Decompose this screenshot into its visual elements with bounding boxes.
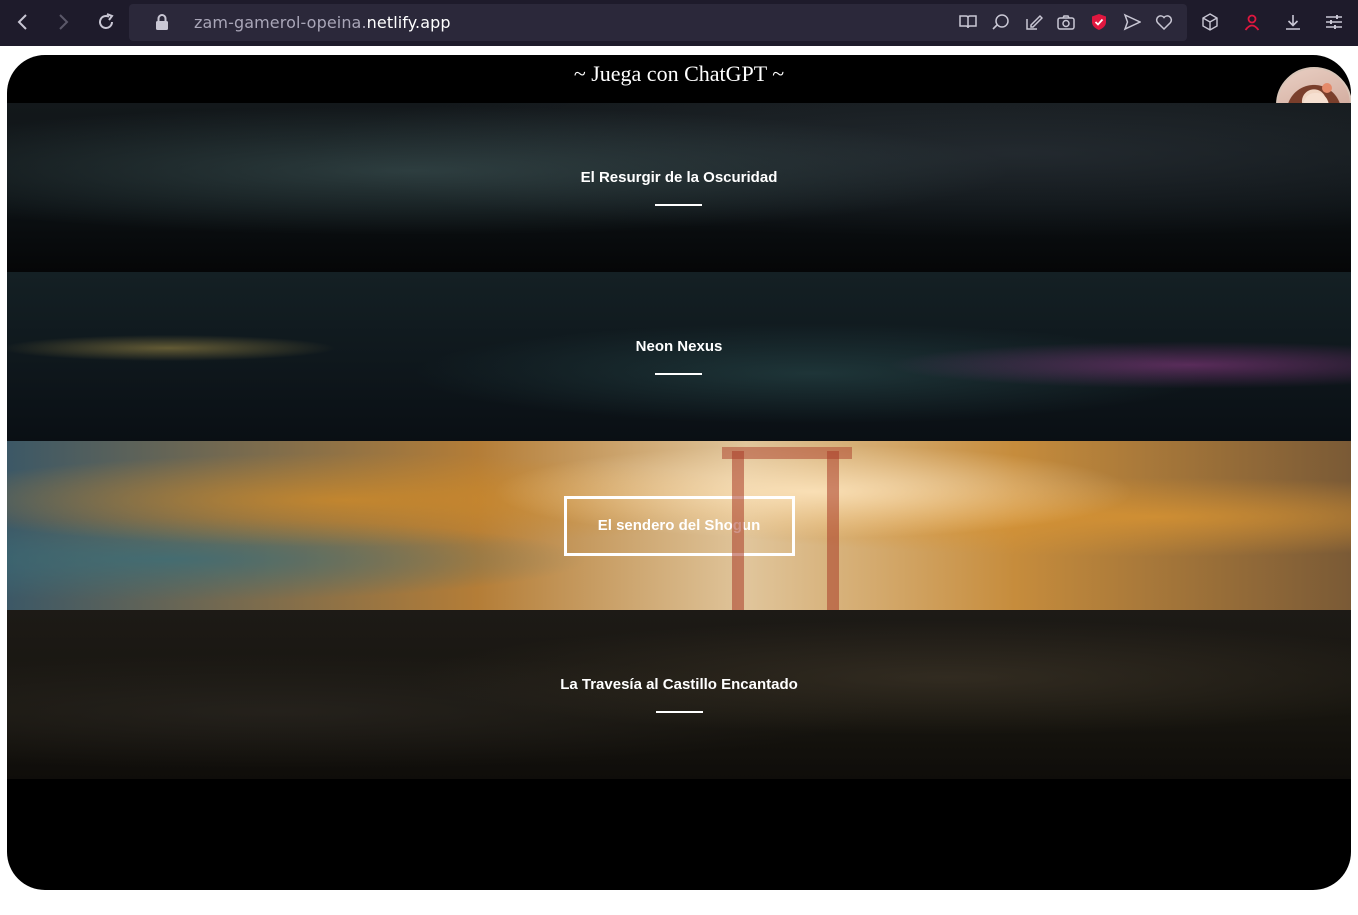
heart-icon[interactable]	[1154, 12, 1174, 32]
send-icon[interactable]	[1122, 12, 1142, 32]
game-title: La Travesía al Castillo Encantado	[560, 676, 798, 693]
share-edit-icon[interactable]	[1024, 12, 1044, 32]
reload-button[interactable]	[91, 7, 121, 37]
page-title: ~ Juega con ChatGPT ~	[573, 61, 785, 86]
browser-toolbar: zam-gamerol-opeina.netlify.app	[0, 0, 1358, 46]
title-underline	[655, 373, 703, 375]
back-button[interactable]	[8, 7, 38, 37]
forward-button[interactable]	[48, 7, 78, 37]
game-card-label[interactable]: La Travesía al Castillo Encantado	[560, 676, 798, 713]
reload-icon	[99, 13, 114, 29]
game-title: El Resurgir de la Oscuridad	[580, 169, 778, 186]
shield-check-icon[interactable]	[1089, 12, 1109, 32]
torii-gate-post	[827, 451, 839, 610]
title-underline	[655, 711, 703, 713]
chevron-left-icon	[17, 14, 27, 30]
url-path: zam-gamerol-opeina.	[194, 13, 367, 32]
page-viewport: ~ Juega con ChatGPT ~ El Resurgir de la …	[7, 55, 1351, 890]
game-title: Neon Nexus	[635, 338, 723, 355]
game-card-neon-nexus[interactable]: Neon Nexus	[7, 272, 1351, 441]
lock-icon	[156, 14, 168, 30]
game-card-resurgir[interactable]: El Resurgir de la Oscuridad	[7, 103, 1351, 272]
account-icon[interactable]	[1241, 11, 1263, 33]
address-bar[interactable]: zam-gamerol-opeina.netlify.app	[129, 4, 1187, 41]
torii-gate-beam	[722, 447, 852, 459]
url-text[interactable]: zam-gamerol-opeina.netlify.app	[194, 13, 451, 32]
settings-sliders-icon[interactable]	[1323, 11, 1345, 33]
avatar-flower	[1322, 83, 1332, 93]
game-card-label[interactable]: Neon Nexus	[635, 338, 723, 375]
reader-view-icon[interactable]	[958, 12, 978, 32]
url-host: netlify.app	[366, 13, 451, 32]
extensions-cube-icon[interactable]	[1199, 11, 1221, 33]
game-card-label-hover[interactable]: El sendero del Shogun	[563, 495, 795, 556]
game-card-label[interactable]: El Resurgir de la Oscuridad	[580, 169, 778, 206]
download-icon[interactable]	[1282, 11, 1304, 33]
game-card-shogun[interactable]: El sendero del Shogun	[7, 441, 1351, 610]
game-card-castillo[interactable]: La Travesía al Castillo Encantado	[7, 610, 1351, 779]
chat-search-icon[interactable]	[991, 12, 1011, 32]
title-underline	[655, 204, 703, 206]
camera-icon[interactable]	[1056, 12, 1076, 32]
chevron-right-icon	[59, 14, 69, 30]
torii-gate-post	[732, 451, 744, 610]
